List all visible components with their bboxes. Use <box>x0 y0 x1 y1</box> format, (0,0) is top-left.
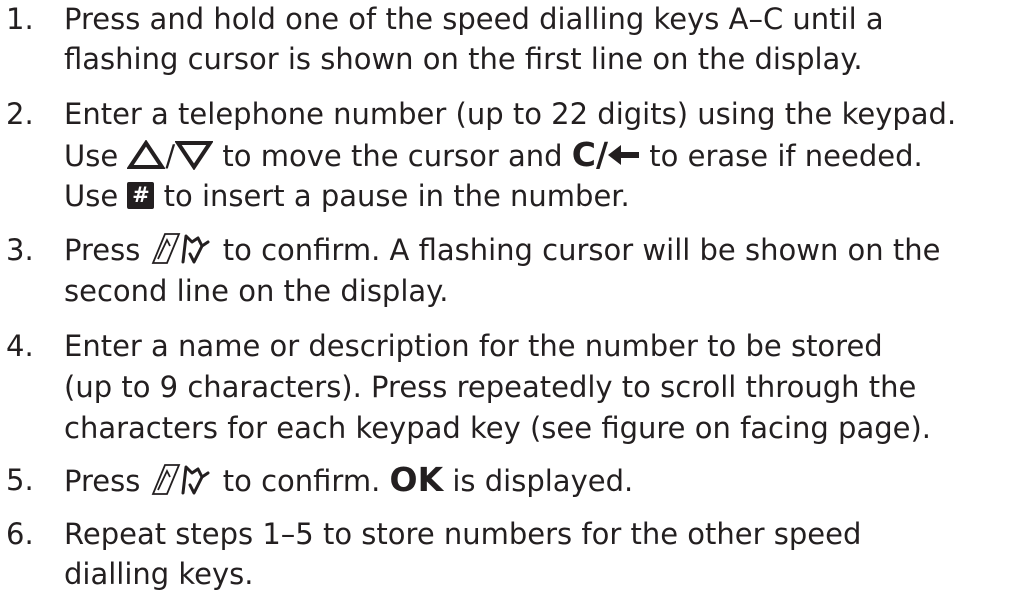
step-text: Press <box>64 464 141 498</box>
step-text-line: Use / to move the cursor and C/ to erase… <box>64 136 923 175</box>
step-number: 1. <box>6 2 34 36</box>
step-text-line: characters for each keypad key (see figu… <box>64 411 932 445</box>
step-text-line: Enter a name or description for the numb… <box>64 329 883 363</box>
step-text-line: Press and hold one of the speed dialling… <box>64 2 884 36</box>
step-text-line: second line on the display. <box>64 274 449 308</box>
step-text-line: Repeat steps 1–5 to store numbers for th… <box>64 517 862 551</box>
call-key-icon <box>151 464 210 495</box>
slash: / <box>165 139 176 173</box>
step-text: Press <box>64 233 141 267</box>
step-text: Use <box>64 139 119 173</box>
hash-key-icon: # <box>127 181 155 209</box>
step-number: 3. <box>6 233 34 267</box>
call-key-icon <box>151 233 210 264</box>
step-text: to move the cursor and <box>222 139 563 173</box>
down-triangle-icon <box>175 141 214 170</box>
step-text-line: (up to 9 characters). Press repeatedly t… <box>64 370 917 404</box>
step-text: is displayed. <box>452 464 634 498</box>
step-text: to erase if needed. <box>649 139 923 173</box>
step-text: to confirm. A flashing cursor will be sh… <box>222 233 941 267</box>
step-text: to insert a pause in the number. <box>163 179 630 213</box>
left-arrow-icon <box>608 145 640 165</box>
up-triangle-icon <box>127 140 166 169</box>
step-text-line: Press to confirm. OK is displayed. <box>64 461 633 500</box>
instruction-list: 1. Press and hold one of the speed diall… <box>0 0 1010 603</box>
step-text-line: dialling keys. <box>64 557 254 591</box>
step-text: to confirm. <box>222 464 381 498</box>
step-number: 6. <box>6 517 34 551</box>
step-text: Use <box>64 179 119 213</box>
step-text-line: Enter a telephone number (up to 22 digit… <box>64 97 957 131</box>
step-number: 2. <box>6 97 34 131</box>
step-text-line: Press to confirm. A flashing cursor will… <box>64 231 940 269</box>
step-text-line: Use # to insert a pause in the number. <box>64 177 630 215</box>
ok-display-label: OK <box>389 460 444 499</box>
step-number: 5. <box>6 463 34 497</box>
step-number: 4. <box>6 329 34 363</box>
clear-key-label: C/ <box>571 135 609 174</box>
step-text-line: flashing cursor is shown on the first li… <box>64 42 863 76</box>
